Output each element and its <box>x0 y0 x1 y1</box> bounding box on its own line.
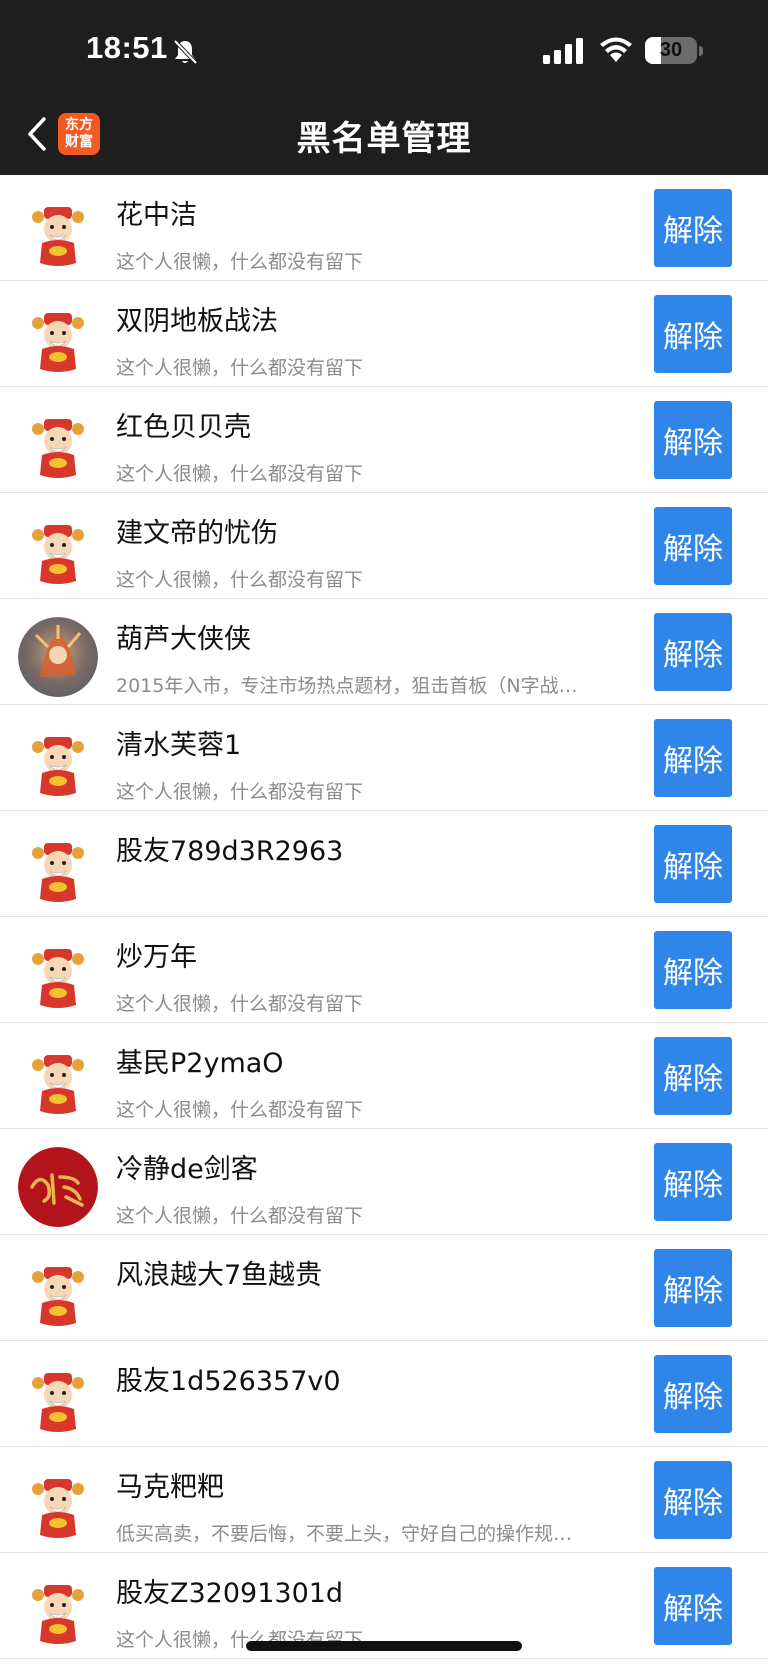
avatar[interactable] <box>18 617 98 697</box>
blacklist-list: 花中洁 这个人很懒，什么都没有留下 解除 双阴地板战法 这个人很懒，什么都没有留下 解除红… <box>0 175 768 1659</box>
user-bio: 这个人很懒，什么都没有留下 <box>116 463 364 485</box>
user-bio: 这个人很懒，什么都没有留下 <box>116 1205 364 1227</box>
user-name: 建文帝的忧伤 <box>116 518 278 549</box>
blacklist-row[interactable]: 建文帝的忧伤这个人很懒，什么都没有留下 解除 <box>0 493 768 599</box>
blacklist-row[interactable]: 葫芦大侠侠 2015年入市，专注市场热点题材，狙击首板（N字战… 解除 <box>0 599 768 705</box>
user-bio: 这个人很懒，什么都没有留下 <box>116 569 364 591</box>
user-name: 风浪越大7鱼越贵 <box>116 1260 323 1291</box>
unblock-button[interactable]: 解除 <box>654 931 732 1009</box>
user-name: 双阴地板战法 <box>116 306 278 337</box>
page-title: 黑名单管理 <box>296 119 472 159</box>
blacklist-row[interactable]: 红色贝贝壳这个人很懒，什么都没有留下 解除 <box>0 387 768 493</box>
unblock-button[interactable]: 解除 <box>654 1249 732 1327</box>
blacklist-row[interactable]: 马克粑粑低买高卖，不要后悔，不要上头，守好自己的操作规… 解除 <box>0 1447 768 1553</box>
unblock-button[interactable]: 解除 <box>654 189 732 267</box>
avatar[interactable] <box>18 299 98 379</box>
user-bio: 这个人很懒，什么都没有留下 <box>116 251 364 273</box>
bell-off-icon <box>173 39 198 65</box>
user-bio: 这个人很懒，什么都没有留下 <box>116 1099 364 1121</box>
unblock-button[interactable]: 解除 <box>654 1143 732 1221</box>
user-name: 清水芙蓉1 <box>116 730 242 761</box>
blacklist-row[interactable]: 双阴地板战法这个人很懒，什么都没有留下 解除 <box>0 281 768 387</box>
blacklist-row[interactable]: 股友789d3R2963 解除 <box>0 811 768 917</box>
user-name: 股友789d3R2963 <box>116 836 344 867</box>
battery-icon: 30 <box>645 37 697 64</box>
home-indicator <box>246 1641 522 1651</box>
user-name: 股友Z32091301d <box>116 1578 344 1609</box>
unblock-button[interactable]: 解除 <box>654 401 732 479</box>
avatar[interactable] <box>18 1147 98 1227</box>
user-bio: 这个人很懒，什么都没有留下 <box>116 993 364 1015</box>
avatar[interactable] <box>18 935 98 1015</box>
cellular-signal-icon <box>543 38 583 64</box>
avatar[interactable] <box>18 193 98 273</box>
wifi-icon <box>600 37 632 62</box>
avatar[interactable] <box>18 1253 98 1333</box>
unblock-button[interactable]: 解除 <box>654 1567 732 1645</box>
user-bio: 低买高卖，不要后悔，不要上头，守好自己的操作规… <box>116 1523 573 1545</box>
blacklist-row[interactable]: 基民P2ymaO 这个人很懒，什么都没有留下 解除 <box>0 1023 768 1129</box>
user-bio: 2015年入市，专注市场热点题材，狙击首板（N字战… <box>116 675 578 697</box>
user-name: 冷静de剑客 <box>116 1154 258 1185</box>
user-name: 炒万年 <box>116 942 197 973</box>
unblock-button[interactable]: 解除 <box>654 507 732 585</box>
blacklist-row[interactable]: 花中洁这个人很懒，什么都没有留下 解除 <box>0 175 768 281</box>
avatar[interactable] <box>18 1359 98 1439</box>
avatar[interactable] <box>18 405 98 485</box>
unblock-button[interactable]: 解除 <box>654 825 732 903</box>
blacklist-row[interactable]: 冷静de剑客这个人很懒，什么都没有留下 解除 <box>0 1129 768 1235</box>
unblock-button[interactable]: 解除 <box>654 1037 732 1115</box>
blacklist-row[interactable]: 股友1d526357v0 解除 <box>0 1341 768 1447</box>
nav-bar: 东方 财富 黑名单管理 <box>0 95 768 175</box>
status-time: 18:51 <box>86 30 168 65</box>
user-name: 股友1d526357v0 <box>116 1366 341 1397</box>
avatar[interactable] <box>18 829 98 909</box>
unblock-button[interactable]: 解除 <box>654 1355 732 1433</box>
avatar[interactable] <box>18 511 98 591</box>
unblock-button[interactable]: 解除 <box>654 1461 732 1539</box>
blacklist-row[interactable]: 炒万年这个人很懒，什么都没有留下 解除 <box>0 917 768 1023</box>
unblock-button[interactable]: 解除 <box>654 295 732 373</box>
avatar[interactable] <box>18 1041 98 1121</box>
avatar[interactable] <box>18 1465 98 1545</box>
battery-cap <box>699 46 703 56</box>
unblock-button[interactable]: 解除 <box>654 613 732 691</box>
blacklist-row[interactable]: 风浪越大7鱼越贵 解除 <box>0 1235 768 1341</box>
user-name: 红色贝贝壳 <box>116 412 251 443</box>
user-name: 基民P2ymaO <box>116 1048 284 1079</box>
battery-level-text: 30 <box>659 39 683 61</box>
avatar[interactable] <box>18 1571 98 1651</box>
avatar[interactable] <box>18 723 98 803</box>
user-name: 花中洁 <box>116 200 197 231</box>
user-bio: 这个人很懒，什么都没有留下 <box>116 781 364 803</box>
blacklist-row[interactable]: 清水芙蓉1 这个人很懒，什么都没有留下 解除 <box>0 705 768 811</box>
unblock-button[interactable]: 解除 <box>654 719 732 797</box>
user-name: 葫芦大侠侠 <box>116 624 251 655</box>
user-bio: 这个人很懒，什么都没有留下 <box>116 357 364 379</box>
user-name: 马克粑粑 <box>116 1472 224 1503</box>
status-bar: 18:51 30 <box>0 0 768 95</box>
